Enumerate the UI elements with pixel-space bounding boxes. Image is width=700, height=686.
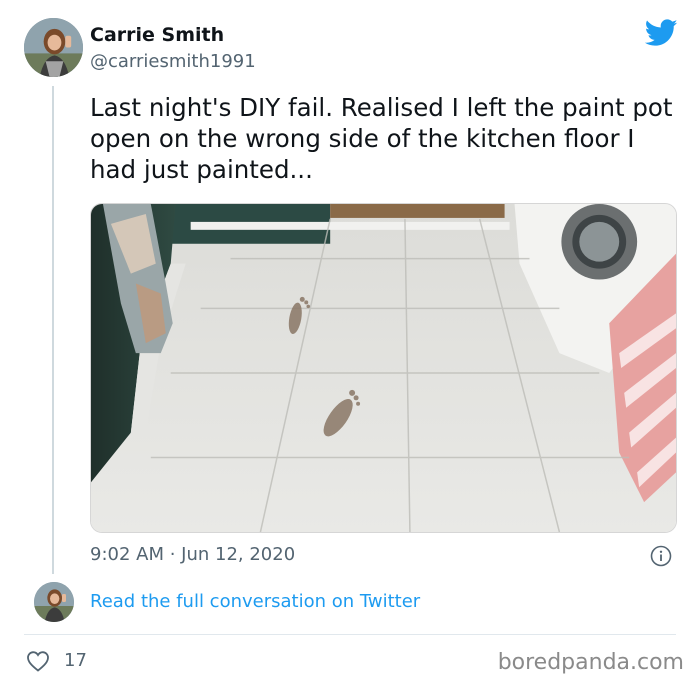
like-count: 17: [64, 650, 87, 671]
tweet-photo[interactable]: [90, 203, 677, 533]
twitter-bird-icon[interactable]: [645, 19, 678, 47]
read-full-conversation-link[interactable]: Read the full conversation on Twitter: [90, 591, 420, 612]
thread-connector-line: [52, 86, 54, 574]
heart-icon[interactable]: [26, 650, 50, 672]
tweet-text: Last night's DIY fail. Realised I left t…: [90, 93, 673, 184]
watermark: boredpanda.com: [497, 650, 684, 675]
author-handle[interactable]: @carriesmith1991: [90, 51, 256, 72]
divider: [24, 634, 676, 635]
author-avatar[interactable]: [24, 18, 83, 77]
author-display-name[interactable]: Carrie Smith: [90, 24, 224, 46]
tweet-timestamp[interactable]: 9:02 AM · Jun 12, 2020: [90, 544, 295, 565]
info-icon[interactable]: [650, 545, 672, 567]
reply-avatar[interactable]: [34, 582, 74, 622]
